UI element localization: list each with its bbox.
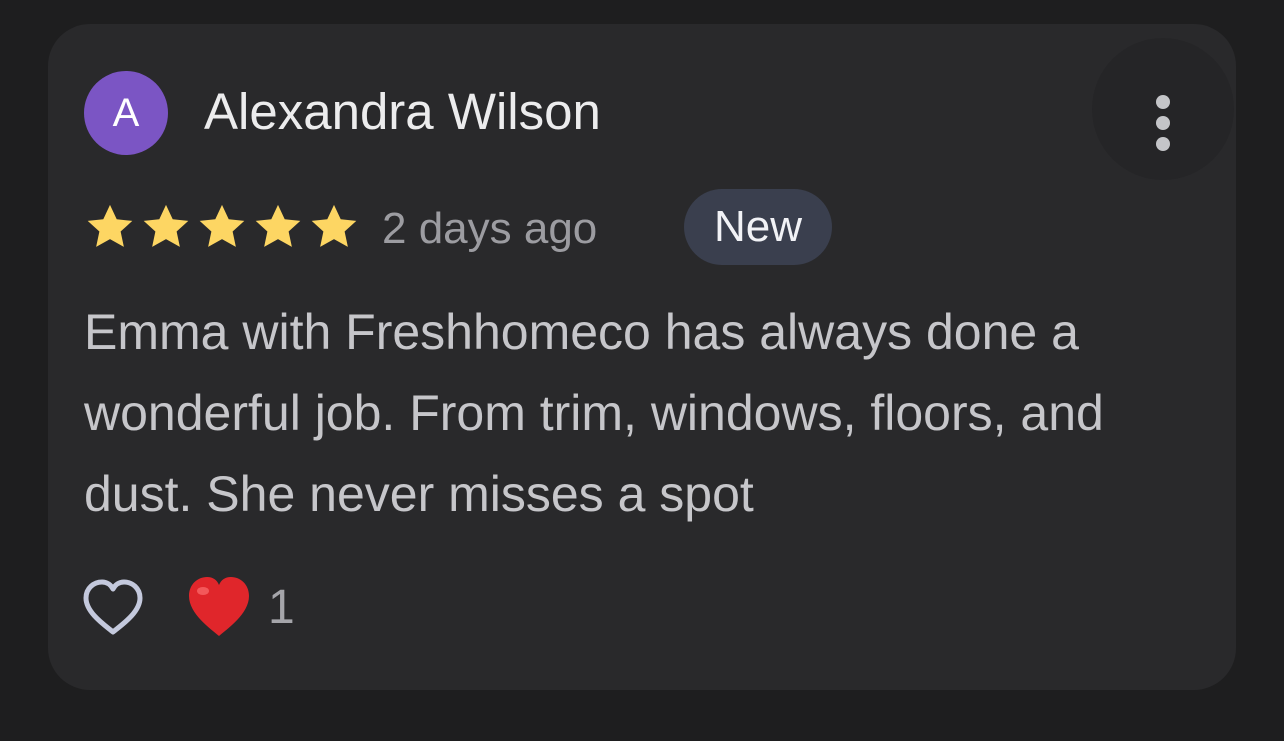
more-options-button[interactable] <box>1092 38 1234 180</box>
star-icon <box>87 204 133 247</box>
author-name[interactable]: Alexandra Wilson <box>204 80 601 144</box>
new-badge: New <box>684 189 832 265</box>
more-vert-icon-dot <box>1156 116 1170 130</box>
like-button[interactable] <box>82 578 144 638</box>
review-card: A Alexandra Wilson 2 days ago New Emma w… <box>48 24 1236 690</box>
star-icon <box>311 204 357 247</box>
reaction-heart[interactable] <box>186 574 252 640</box>
star-icon <box>255 204 301 247</box>
avatar[interactable]: A <box>84 71 168 155</box>
more-vert-icon <box>1156 95 1170 109</box>
heart-outline-icon <box>83 579 143 635</box>
star-rating <box>84 201 364 253</box>
star-icon <box>199 204 245 247</box>
review-text: Emma with Freshhomeco has always done a … <box>84 304 1104 522</box>
review-date: 2 days ago <box>382 204 598 253</box>
more-vert-icon-dot <box>1156 137 1170 151</box>
reaction-count: 1 <box>268 581 295 634</box>
red-heart-emoji-icon <box>189 577 249 636</box>
star-icon <box>143 204 189 247</box>
